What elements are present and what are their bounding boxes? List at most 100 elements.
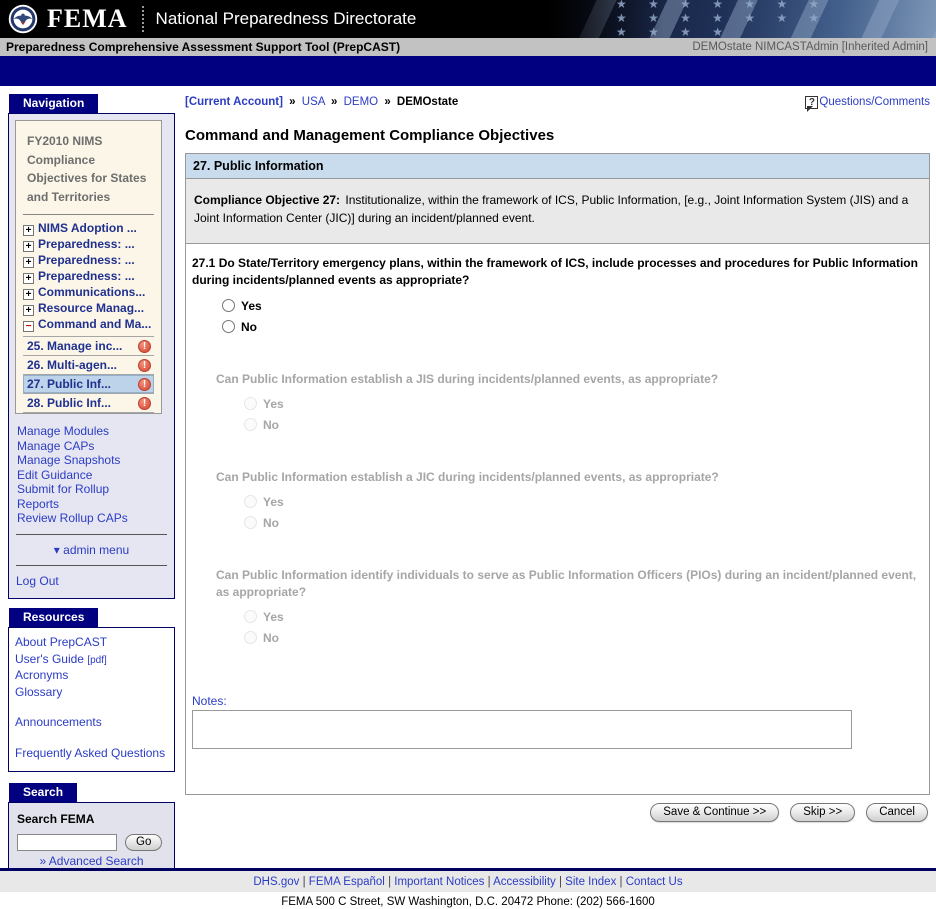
navy-bar <box>0 56 936 86</box>
subquestion-text: Can Public Information establish a JIC d… <box>216 469 921 486</box>
prepcast-page: FEMA National Preparedness Directorate P… <box>0 0 936 909</box>
resource-link[interactable]: Frequently Asked Questions <box>15 746 168 763</box>
breadcrumb-separator: » <box>384 96 390 108</box>
expander-icon[interactable]: + <box>23 305 34 316</box>
search-panel: Search FEMA Go » Advanced Search <box>8 802 175 868</box>
sub-yes-radio <box>244 397 257 410</box>
expander-icon[interactable]: + <box>23 273 34 284</box>
tree-subitem-label[interactable]: 26. Multi-agen... <box>27 358 117 372</box>
tree-item-label[interactable]: Command and Ma... <box>38 317 151 331</box>
tree-item-label[interactable]: Preparedness: ... <box>38 269 135 283</box>
footer-link[interactable]: Accessibility <box>484 876 555 888</box>
section-header: 27. Public Information <box>186 154 929 179</box>
tree-subitem[interactable]: 26. Multi-agen... ! <box>23 355 154 374</box>
search-input[interactable] <box>17 834 117 851</box>
question-text: 27.1 Do State/Territory emergency plans,… <box>192 255 921 289</box>
go-button[interactable]: Go <box>125 834 162 851</box>
cancel-button[interactable]: Cancel <box>866 803 928 822</box>
footer-address: FEMA 500 C Street, SW Washington, D.C. 2… <box>0 892 936 909</box>
tree-item-label[interactable]: Resource Manag... <box>38 301 144 315</box>
admin-menu-link[interactable]: ▾ admin menu <box>54 543 129 557</box>
footer-link[interactable]: DHS.gov <box>253 876 299 888</box>
breadcrumb-current-account[interactable]: [Current Account] <box>185 96 283 108</box>
resource-link[interactable]: Acronyms <box>15 668 168 685</box>
expander-icon[interactable]: + <box>23 257 34 268</box>
questions-comments-label[interactable]: Questions/Comments <box>819 96 930 108</box>
tree-item[interactable]: + Preparedness: ... <box>23 253 154 269</box>
resource-link[interactable]: Announcements <box>15 715 168 732</box>
resource-link[interactable]: About PrepCAST <box>15 635 168 652</box>
pdf-suffix: [pdf] <box>87 655 106 666</box>
yes-radio[interactable] <box>222 299 235 312</box>
resource-link-label[interactable]: Glossary <box>15 685 62 699</box>
fema-logo: FEMA <box>47 4 128 34</box>
tree-item[interactable]: + Preparedness: ... <box>23 237 154 253</box>
breadcrumb-demo[interactable]: DEMO <box>344 96 379 108</box>
breadcrumb-separator: » <box>289 96 295 108</box>
save-continue-button[interactable]: Save & Continue >> <box>650 803 779 822</box>
flag-image <box>546 0 936 38</box>
resource-link[interactable]: User's Guide [pdf] <box>15 652 168 669</box>
tree-subitem[interactable]: 25. Manage inc... ! <box>23 336 154 355</box>
notes-textarea[interactable] <box>192 710 852 749</box>
sub-no-radio <box>244 631 257 644</box>
tree-subitem-label[interactable]: 28. Public Inf... <box>27 396 111 410</box>
tree-subitem[interactable]: 28. Public Inf... ! <box>23 393 154 412</box>
sub-yes-label: Yes <box>263 397 284 411</box>
expander-icon[interactable]: + <box>23 241 34 252</box>
tree-item[interactable]: + NIMS Adoption ... <box>23 221 154 237</box>
resource-link-label[interactable]: Frequently Asked Questions <box>15 746 165 760</box>
tree-item[interactable]: + Resource Manag... <box>23 301 154 317</box>
advanced-search-link[interactable]: » Advanced Search <box>17 854 166 868</box>
breadcrumb-usa[interactable]: USA <box>302 96 325 108</box>
nav-link[interactable]: Review Rollup CAPs <box>17 511 166 526</box>
tree-subitem-label[interactable]: 27. Public Inf... <box>27 377 111 391</box>
tree-item[interactable]: + Communications... <box>23 285 154 301</box>
footer-link[interactable]: Important Notices <box>385 876 485 888</box>
resource-link-label[interactable]: About PrepCAST <box>15 635 107 649</box>
no-radio[interactable] <box>222 320 235 333</box>
nav-link[interactable]: Submit for Rollup <box>17 482 166 497</box>
sub-yes-label: Yes <box>263 610 284 624</box>
nav-link-list: Manage ModulesManage CAPsManage Snapshot… <box>17 424 166 526</box>
tree-item[interactable]: + Preparedness: ... <box>23 269 154 285</box>
resources-link-list: About PrepCAST User's Guide [pdf]Acronym… <box>15 635 168 762</box>
tree-item-label[interactable]: NIMS Adoption ... <box>38 221 137 235</box>
tree-item-label[interactable]: Preparedness: ... <box>38 237 135 251</box>
footer-link[interactable]: Site Index <box>556 876 617 888</box>
expander-icon[interactable]: + <box>23 289 34 300</box>
nav-link[interactable]: Manage Modules <box>17 424 166 439</box>
sub-yes-radio <box>244 610 257 623</box>
admin-menu-label[interactable]: admin menu <box>63 543 129 557</box>
sidebar: Navigation FY2010 NIMS Compliance Object… <box>8 94 175 868</box>
nav-link[interactable]: Reports <box>17 497 166 512</box>
nav-link[interactable]: Manage CAPs <box>17 439 166 454</box>
app-title: Preparedness Comprehensive Assessment Su… <box>6 40 400 54</box>
tree-subitem-label[interactable]: 25. Manage inc... <box>27 339 122 353</box>
yes-label: Yes <box>241 299 262 313</box>
resource-link[interactable]: Glossary <box>15 685 168 702</box>
footer-link[interactable]: FEMA Español <box>299 876 384 888</box>
resource-link-label[interactable]: Announcements <box>15 715 102 729</box>
breadcrumb-current: DEMOstate <box>397 96 458 108</box>
questions-comments-link[interactable]: ? Questions/Comments <box>805 96 930 109</box>
logout-link[interactable]: Log Out <box>16 574 168 588</box>
tree-subitem[interactable]: 27. Public Inf... ! <box>23 374 154 393</box>
navigation-panel: FY2010 NIMS Compliance Objectives for St… <box>8 113 175 599</box>
warning-icon: ! <box>138 378 151 391</box>
tree-item-label[interactable]: Preparedness: ... <box>38 253 135 267</box>
tree-subitem-list: 25. Manage inc... ! 26. Multi-agen... ! … <box>23 336 154 413</box>
app-title-bar: Preparedness Comprehensive Assessment Su… <box>0 38 936 56</box>
expander-icon[interactable]: + <box>23 225 34 236</box>
footer-link[interactable]: Contact Us <box>616 876 682 888</box>
tree-item-label[interactable]: Communications... <box>38 285 145 299</box>
nav-link[interactable]: Manage Snapshots <box>17 453 166 468</box>
nav-link[interactable]: Edit Guidance <box>17 468 166 483</box>
top-header-bar: FEMA National Preparedness Directorate <box>0 0 936 38</box>
dhs-seal-icon <box>8 4 38 34</box>
expander-icon[interactable]: − <box>23 321 34 332</box>
resource-link-label[interactable]: User's Guide <box>15 652 84 666</box>
skip-button[interactable]: Skip >> <box>790 803 855 822</box>
resource-link-label[interactable]: Acronyms <box>15 668 68 682</box>
tree-item[interactable]: −Command and Ma... <box>23 317 154 333</box>
